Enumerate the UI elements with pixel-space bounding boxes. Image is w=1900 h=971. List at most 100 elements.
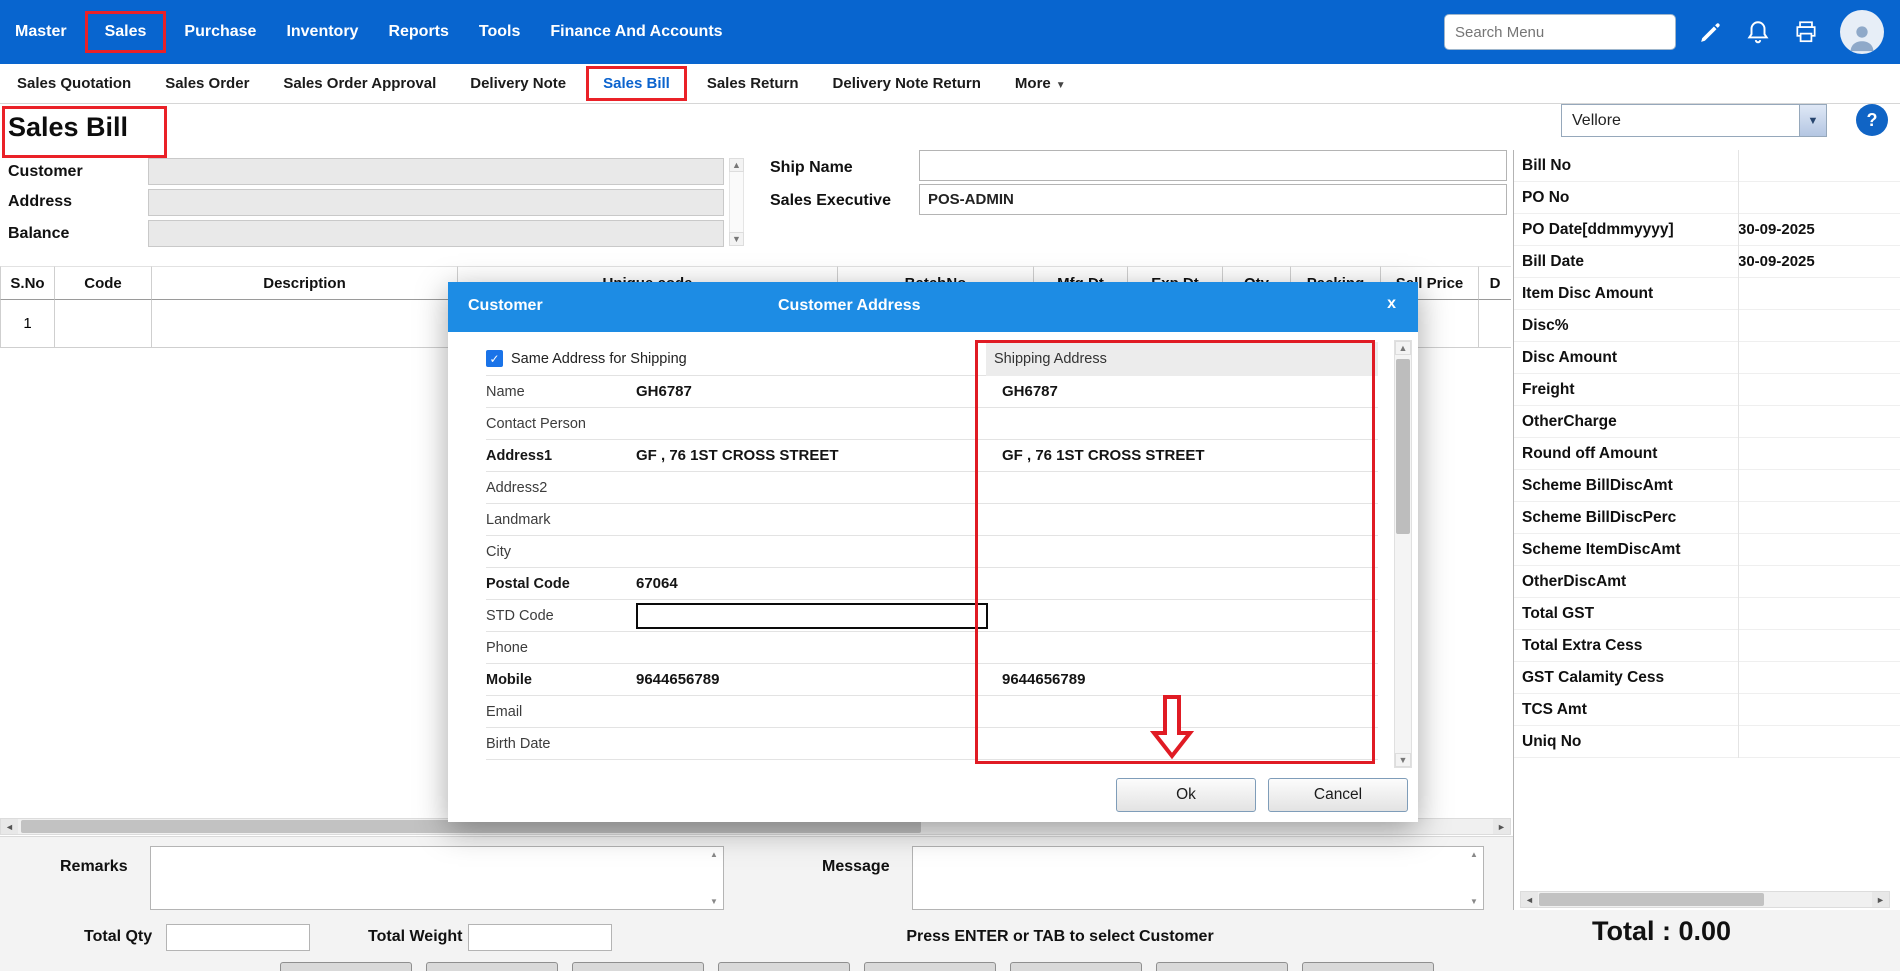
dialog-header: Customer Customer Address x (448, 282, 1418, 332)
nav-tools[interactable]: Tools (464, 11, 535, 53)
col-description[interactable]: Description (152, 266, 458, 300)
subnav-sales-order[interactable]: Sales Order (148, 66, 266, 101)
address1-billing-value[interactable]: GF , 76 1ST CROSS STREET (636, 447, 994, 464)
nav-inventory[interactable]: Inventory (271, 11, 373, 53)
select-customer-hint: Press ENTER or TAB to select Customer (750, 928, 1370, 946)
name-shipping-value[interactable]: GH6787 (994, 383, 1378, 400)
uniq-no-row: Uniq No (1514, 726, 1900, 758)
scrollbar-thumb[interactable] (1539, 893, 1764, 906)
scroll-right-icon[interactable]: ► (1493, 819, 1510, 834)
po-date-value[interactable]: 30-09-2025 (1738, 221, 1815, 238)
row1-sno[interactable]: 1 (0, 300, 55, 348)
pen-icon[interactable] (1696, 18, 1724, 46)
total-weight-label: Total Weight (368, 928, 463, 946)
scroll-down-icon[interactable]: ▼ (729, 232, 744, 246)
nav-sales[interactable]: Sales (85, 11, 167, 53)
nav-reports[interactable]: Reports (373, 11, 463, 53)
field-address1: Address1GF , 76 1ST CROSS STREETGF , 76 … (486, 440, 1378, 472)
action-button[interactable] (864, 962, 996, 971)
branch-dropdown-button[interactable]: ▼ (1799, 105, 1826, 136)
mobile-billing-value[interactable]: 9644656789 (636, 671, 994, 688)
row1-description[interactable] (152, 300, 458, 348)
ship-name-input[interactable] (919, 150, 1507, 181)
field-landmark: Landmark (486, 504, 1378, 536)
item-disc-amount-label: Item Disc Amount (1514, 285, 1738, 303)
bell-icon[interactable] (1744, 18, 1772, 46)
address-fields: NameGH6787GH6787 Contact Person Address1… (486, 376, 1378, 760)
subnav-delivery-note-return[interactable]: Delivery Note Return (816, 66, 998, 101)
otherdiscamt-row: OtherDiscAmt (1514, 566, 1900, 598)
scroll-right-icon[interactable]: ► (1872, 892, 1889, 907)
row1-disc[interactable] (1479, 300, 1511, 348)
subnav-delivery-note[interactable]: Delivery Note (453, 66, 583, 101)
otherdiscamt-label: OtherDiscAmt (1514, 573, 1738, 591)
action-button[interactable] (1156, 962, 1288, 971)
item-disc-amount-row: Item Disc Amount (1514, 278, 1900, 310)
customer-field[interactable] (148, 158, 724, 185)
remarks-textarea[interactable] (150, 846, 724, 910)
scroll-up-icon[interactable]: ▲ (1470, 850, 1478, 859)
postal-code-billing-value[interactable]: 67064 (636, 575, 994, 592)
bill-date-value[interactable]: 30-09-2025 (1738, 253, 1815, 270)
scroll-down-icon[interactable]: ▼ (1395, 753, 1411, 767)
action-button[interactable] (572, 962, 704, 971)
dialog-subtitle: Customer Address (778, 297, 921, 315)
scroll-left-icon[interactable]: ◄ (1, 819, 18, 834)
total-qty-label: Total Qty (84, 928, 152, 946)
bill-date-label: Bill Date (1514, 253, 1738, 271)
scroll-down-icon[interactable]: ▼ (1470, 897, 1478, 906)
std-code-input[interactable] (636, 603, 988, 629)
mobile-shipping-value[interactable]: 9644656789 (994, 671, 1378, 688)
other-charge-label: OtherCharge (1514, 413, 1738, 431)
address-field[interactable] (148, 189, 724, 216)
address1-shipping-value[interactable]: GF , 76 1ST CROSS STREET (994, 447, 1378, 464)
scroll-up-icon[interactable]: ▲ (729, 158, 744, 172)
scroll-up-icon[interactable]: ▲ (710, 850, 718, 859)
scroll-left-icon[interactable]: ◄ (1521, 892, 1538, 907)
close-icon[interactable]: x (1387, 295, 1396, 313)
sales-executive-input[interactable] (919, 184, 1507, 215)
nav-master[interactable]: Master (0, 11, 82, 53)
subnav-sales-quotation[interactable]: Sales Quotation (0, 66, 148, 101)
field-phone: Phone (486, 632, 1378, 664)
search-input[interactable] (1444, 14, 1676, 50)
subnav-sales-bill[interactable]: Sales Bill (586, 66, 687, 101)
name-billing-value[interactable]: GH6787 (636, 383, 994, 400)
ok-button[interactable]: Ok (1116, 778, 1256, 812)
nav-purchase[interactable]: Purchase (169, 11, 271, 53)
page-title: Sales Bill (8, 112, 128, 143)
action-button[interactable] (718, 962, 850, 971)
scroll-down-icon[interactable]: ▼ (710, 897, 718, 906)
printer-icon[interactable] (1792, 18, 1820, 46)
field-email: Email (486, 696, 1378, 728)
action-button[interactable] (1302, 962, 1434, 971)
subnav-more[interactable]: More▼ (998, 66, 1083, 101)
cancel-button[interactable]: Cancel (1268, 778, 1408, 812)
top-nav: Master Sales Purchase Inventory Reports … (0, 0, 1900, 64)
subnav-sales-return[interactable]: Sales Return (690, 66, 816, 101)
col-code[interactable]: Code (55, 266, 152, 300)
balance-field[interactable] (148, 220, 724, 247)
row1-code[interactable] (55, 300, 152, 348)
action-button[interactable] (426, 962, 558, 971)
scroll-up-icon[interactable]: ▲ (1395, 341, 1411, 355)
action-button[interactable] (280, 962, 412, 971)
scrollbar-thumb[interactable] (1396, 359, 1410, 534)
branch-select[interactable]: Vellore ▼ (1561, 104, 1827, 137)
action-button[interactable] (1010, 962, 1142, 971)
textarea-scroll-rail: ▲▼ (708, 850, 720, 906)
subnav-sales-order-approval[interactable]: Sales Order Approval (266, 66, 453, 101)
col-sno[interactable]: S.No (0, 266, 55, 300)
nav-finance-accounts[interactable]: Finance And Accounts (535, 11, 737, 53)
same-address-checkbox[interactable]: ✓ (486, 350, 503, 367)
message-textarea[interactable] (912, 846, 1484, 910)
help-button[interactable]: ? (1856, 104, 1888, 136)
total-qty-input[interactable] (166, 924, 310, 951)
scheme-billdiscperc-row: Scheme BillDiscPerc (1514, 502, 1900, 534)
col-disc[interactable]: D (1479, 266, 1511, 300)
total-weight-input[interactable] (468, 924, 612, 951)
user-avatar[interactable] (1840, 10, 1884, 54)
address1-label: Address1 (486, 448, 636, 464)
question-icon: ? (1867, 110, 1878, 131)
shipping-address-header: Shipping Address (986, 342, 1378, 376)
